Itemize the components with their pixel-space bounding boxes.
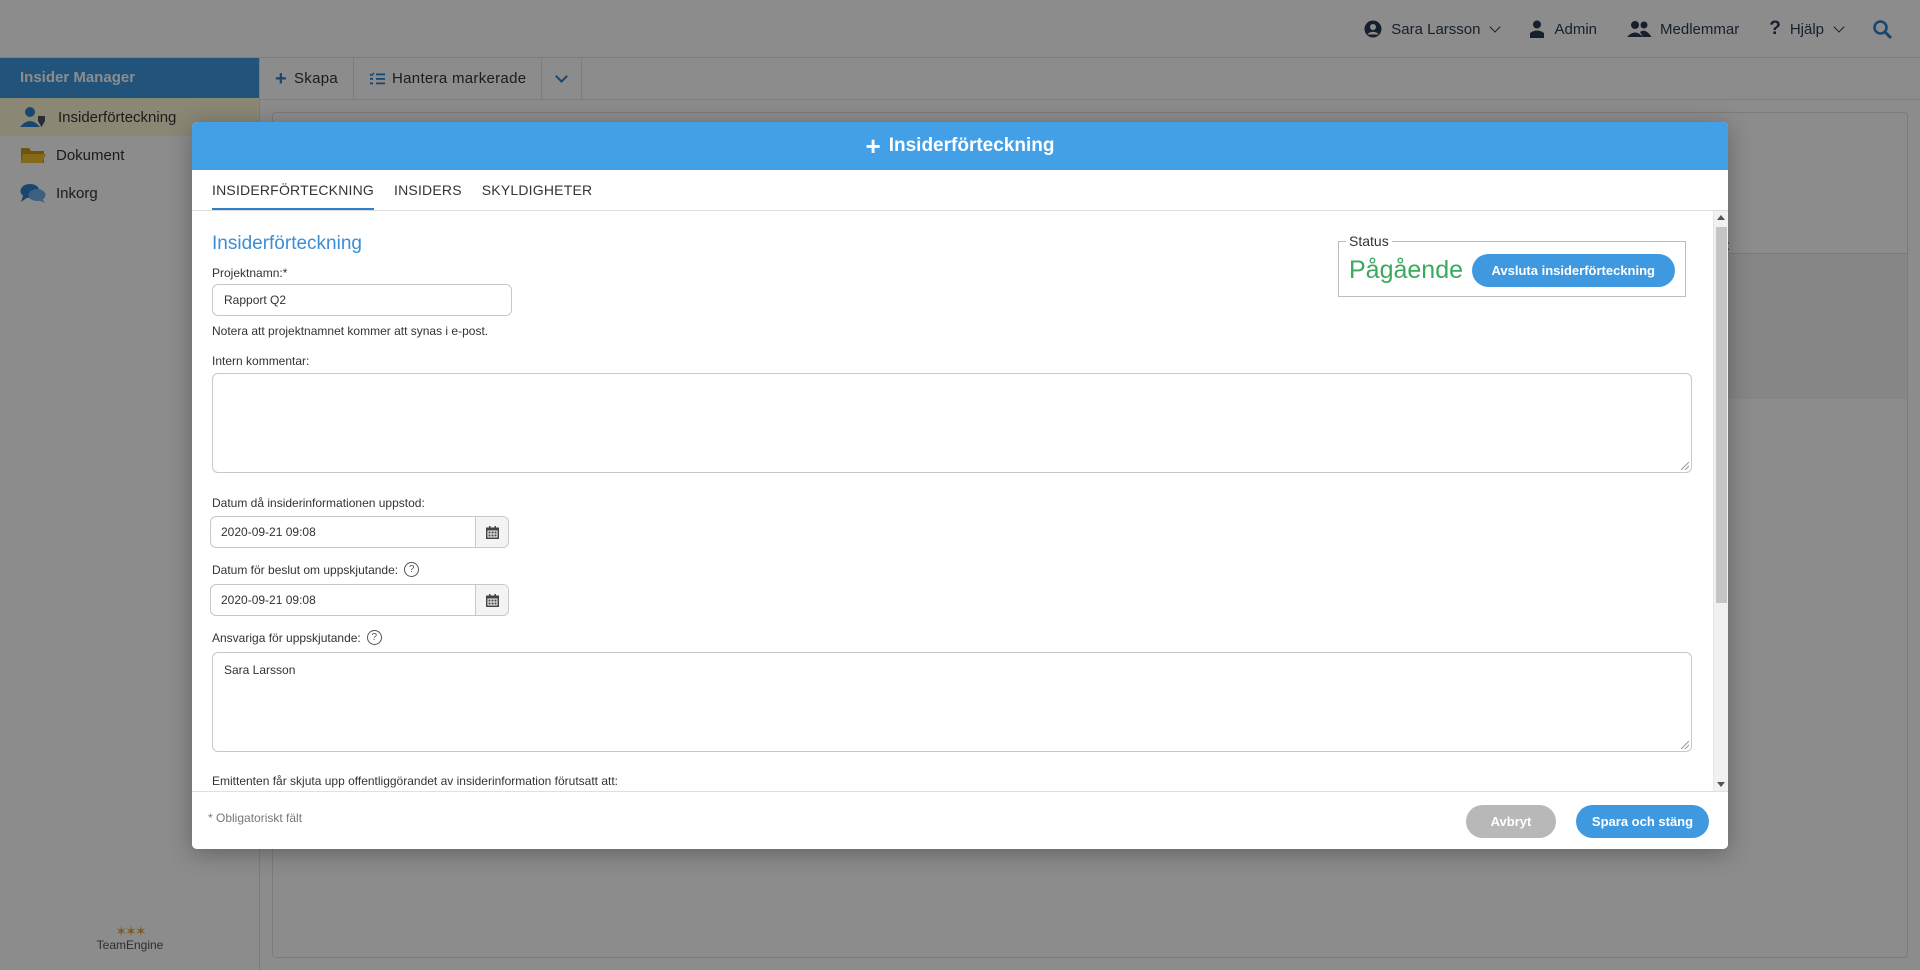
resize-handle[interactable] bbox=[1681, 462, 1689, 470]
project-name-note: Notera att projektnamnet kommer att syna… bbox=[212, 324, 489, 338]
tab-insiderforteckning[interactable]: INSIDERFÖRTECKNING bbox=[212, 170, 375, 210]
scrollbar-thumb[interactable] bbox=[1716, 227, 1727, 603]
calendar-icon bbox=[485, 593, 499, 607]
modal-body: Insiderförteckning Projektnamn:* Rapport… bbox=[192, 211, 1728, 791]
resize-handle[interactable] bbox=[1681, 741, 1689, 749]
responsible-label-row: Ansvariga för uppskjutande: ? bbox=[212, 630, 382, 645]
calendar-button[interactable] bbox=[475, 517, 508, 547]
date-info-input[interactable]: 2020-09-21 09:08 bbox=[211, 517, 475, 547]
emitter-text: Emittenten får skjuta upp offentliggöran… bbox=[212, 774, 619, 788]
project-name-label: Projektnamn:* bbox=[212, 266, 288, 280]
modal-title: Insiderförteckning bbox=[888, 135, 1055, 156]
responsible-textarea[interactable]: Sara Larsson bbox=[212, 652, 1692, 752]
project-name-input[interactable]: Rapport Q2 bbox=[212, 284, 512, 316]
modal-header: + Insiderförteckning bbox=[192, 122, 1728, 170]
tab-insiders[interactable]: INSIDERS bbox=[394, 170, 462, 210]
scroll-down-arrow-icon[interactable] bbox=[1717, 782, 1725, 787]
status-legend: Status bbox=[1346, 233, 1392, 249]
insider-list-modal: + Insiderförteckning INSIDERFÖRTECKNING … bbox=[192, 122, 1728, 849]
date-info-label: Datum då insiderinformationen uppstod: bbox=[212, 496, 425, 510]
date-decision-label: Datum för beslut om uppskjutande: bbox=[212, 562, 399, 577]
responsible-label: Ansvariga för uppskjutande: bbox=[212, 630, 361, 645]
cancel-button[interactable]: Avbryt bbox=[1466, 805, 1556, 838]
comment-textarea[interactable] bbox=[212, 373, 1692, 473]
required-field-note: * Obligatoriskt fält bbox=[208, 811, 303, 825]
help-icon[interactable]: ? bbox=[404, 562, 420, 577]
date-decision-input[interactable]: 2020-09-21 09:08 bbox=[211, 585, 475, 615]
status-value: Pågående bbox=[1349, 256, 1464, 284]
calendar-button[interactable] bbox=[475, 585, 508, 615]
tab-skyldigheter[interactable]: SKYLDIGHETER bbox=[482, 170, 593, 210]
help-icon[interactable]: ? bbox=[366, 630, 382, 645]
date-decision-label-row: Datum för beslut om uppskjutande: ? bbox=[212, 562, 420, 577]
scroll-up-arrow-icon[interactable] bbox=[1717, 215, 1725, 220]
calendar-icon bbox=[485, 525, 499, 539]
close-insider-list-button[interactable]: Avsluta insiderförteckning bbox=[1471, 254, 1675, 287]
date-decision-picker: 2020-09-21 09:08 bbox=[210, 584, 509, 616]
responsible-value: Sara Larsson bbox=[224, 663, 296, 677]
modal-tabs: INSIDERFÖRTECKNING INSIDERS SKYLDIGHETER bbox=[192, 170, 1728, 211]
comment-label: Intern kommentar: bbox=[212, 354, 310, 368]
save-and-close-button[interactable]: Spara och stäng bbox=[1576, 805, 1709, 838]
modal-scrollbar[interactable] bbox=[1713, 211, 1728, 791]
section-title: Insiderförteckning bbox=[212, 233, 362, 254]
status-fieldset: Status Pågående Avsluta insiderförteckni… bbox=[1338, 233, 1686, 297]
modal-footer: * Obligatoriskt fält Avbryt Spara och st… bbox=[192, 791, 1728, 849]
plus-icon: + bbox=[865, 131, 881, 161]
date-info-picker: 2020-09-21 09:08 bbox=[210, 516, 509, 548]
